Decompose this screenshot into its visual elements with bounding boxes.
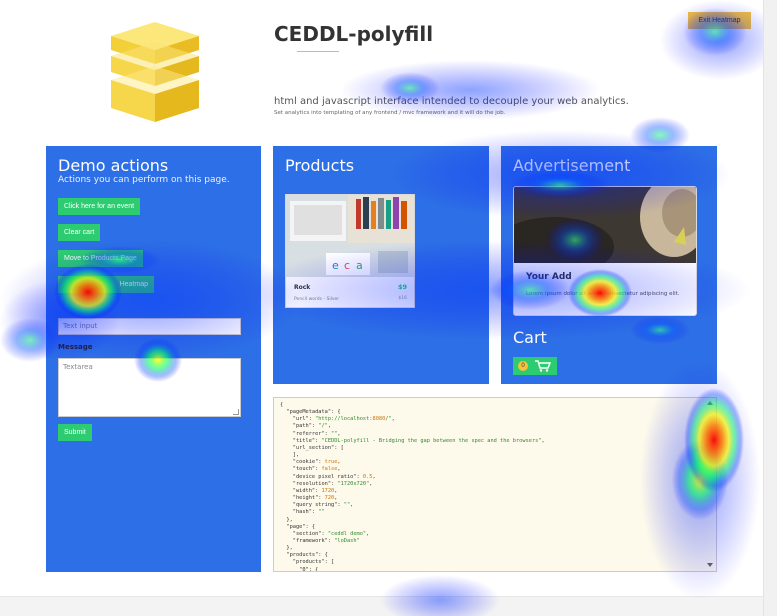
svg-text:c: c [344,259,350,272]
ad-image [514,187,696,263]
advertisement-panel: Advertisement Your Add Lorem ipsum dolor… [501,146,717,384]
cart-button[interactable]: 0 [513,357,557,375]
advertisement-title: Advertisement [513,156,631,175]
ad-card-title: Your Add [526,272,572,282]
message-label: Message [58,343,93,351]
heatmap-button[interactable]: Heatmap [58,276,154,293]
cart-title: Cart [513,328,547,347]
event-button[interactable]: Click here for an event [58,198,141,215]
textarea-placeholder: Textarea [63,363,93,371]
ceddl-logo [111,22,199,122]
product-image: e c a [286,195,414,277]
json-data-viewer[interactable]: { "pageMetadata": { "url": "http://local… [273,397,717,572]
cart-icon [535,360,551,372]
ad-card-text: Lorem ipsum dolor sit amet, consectetur … [526,291,680,297]
svg-text:e: e [332,259,339,272]
clear-cart-button[interactable]: Clear cart [58,224,101,241]
exit-heatmap-button[interactable]: Exit Heatmap [688,12,751,29]
demo-actions-subtitle: Actions you can perform on this page. [58,175,230,185]
product-old-price: $16 [398,296,407,301]
svg-text:a: a [356,259,363,272]
title-underline [297,51,339,52]
products-panel: Products e c a Rock Pencil words - Silve… [273,146,489,384]
ad-card[interactable]: Your Add Lorem ipsum dolor sit amet, con… [513,186,697,316]
page-title: CEDDL-polyfill [274,22,434,46]
page-subtagline: Set analytics into templating of any fro… [274,110,506,116]
submit-button[interactable]: Submit [58,424,92,441]
page-tagline: html and javascript interface intended t… [274,96,629,107]
message-textarea[interactable]: Textarea [58,358,241,417]
demo-actions-panel: Demo actions Actions you can perform on … [46,146,261,572]
cart-count-badge: 0 [518,361,528,371]
product-price: $9 [397,283,407,291]
products-title: Products [285,156,355,175]
demo-actions-title: Demo actions [58,156,169,175]
scroll-down-arrow[interactable] [707,563,713,567]
json-content: { "pageMetadata": { "url": "http://local… [280,402,545,572]
product-name: Rock [294,284,311,291]
page-footer [0,596,763,616]
product-meta: Pencil words - Silver [294,297,340,302]
text-input[interactable]: Text input [58,318,241,335]
page-scrollbar[interactable] [763,0,777,616]
scroll-up-arrow[interactable] [707,401,713,405]
product-card[interactable]: e c a Rock Pencil words - Silver $9 $16 [285,194,415,308]
move-to-products-button[interactable]: Move to Products Page [58,250,143,267]
resize-handle[interactable] [233,409,239,415]
